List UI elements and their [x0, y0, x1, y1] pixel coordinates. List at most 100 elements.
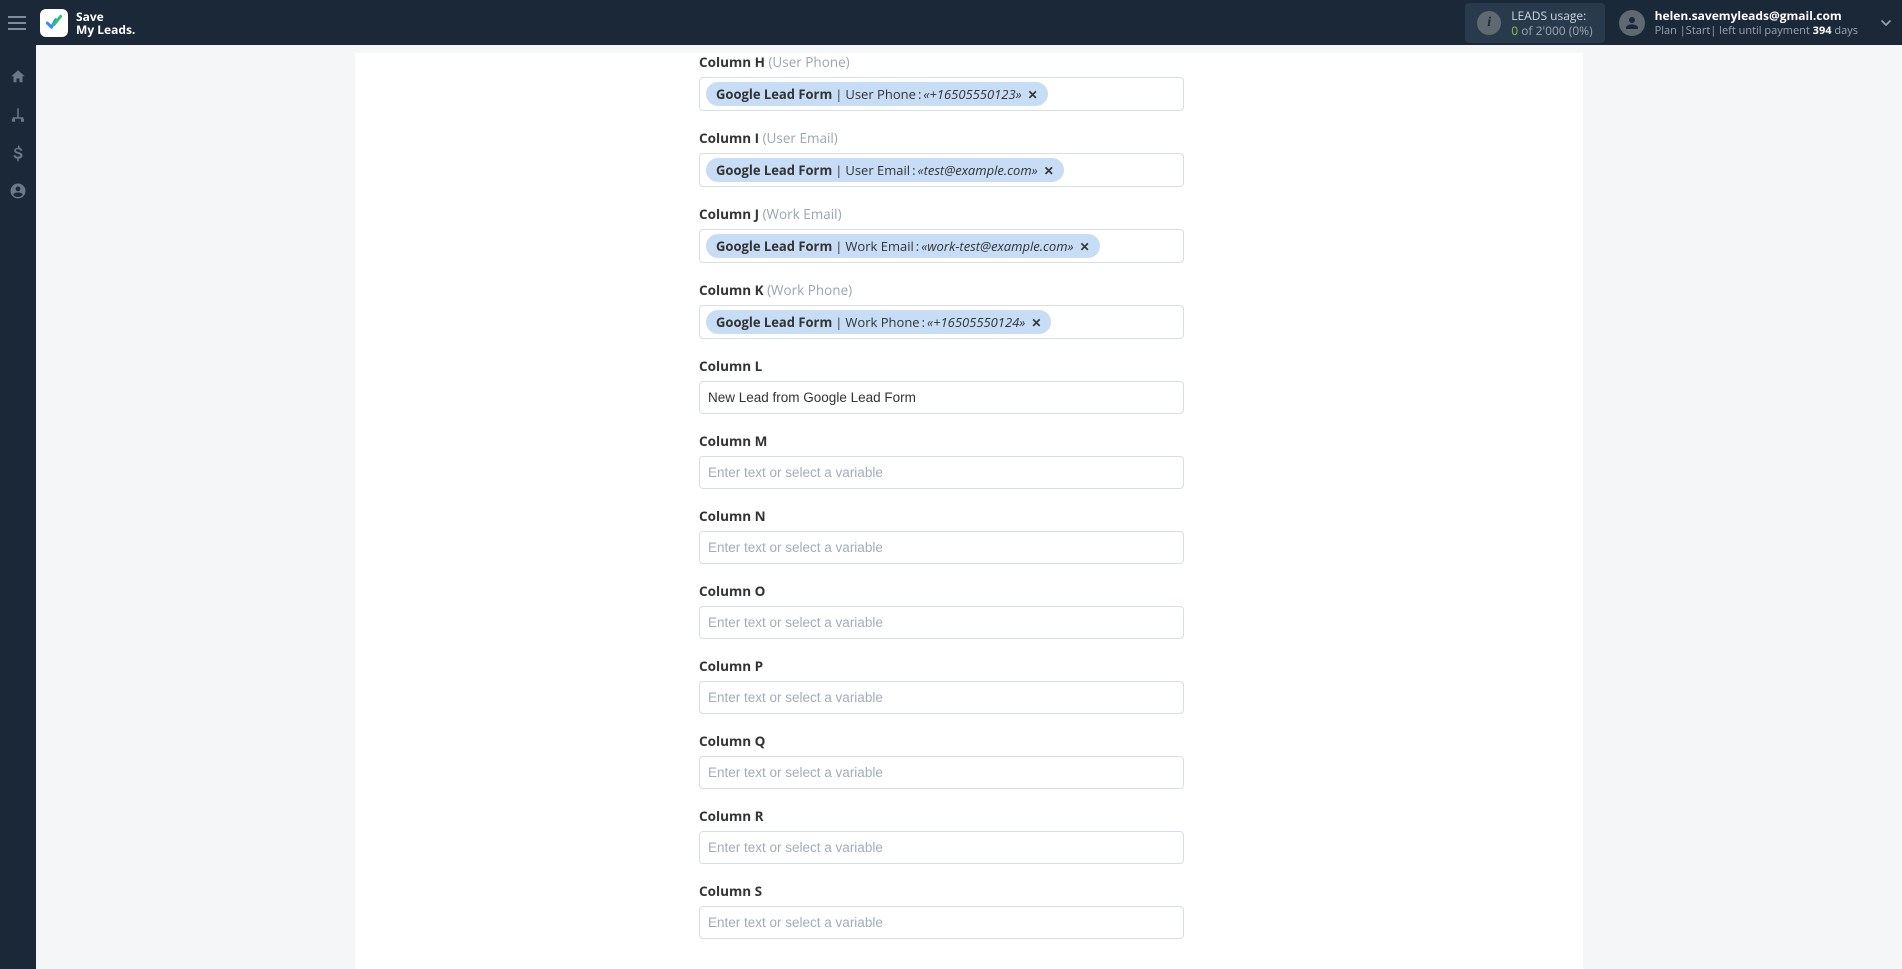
input-column-r[interactable]	[699, 831, 1184, 864]
label-text: Column I	[699, 129, 759, 147]
input-column-j[interactable]: Google Lead Form | Work Email: «work-tes…	[699, 229, 1184, 263]
chip-remove-icon[interactable]: ✕	[1031, 314, 1041, 331]
home-icon	[9, 68, 27, 86]
chip-remove-icon[interactable]: ✕	[1044, 162, 1054, 179]
chip-source: Google Lead Form	[716, 85, 832, 103]
label-hint: (Work Phone)	[767, 281, 852, 299]
label-text: Column R	[699, 807, 764, 825]
text-input-column-o[interactable]	[706, 611, 1177, 634]
input-column-l[interactable]	[699, 381, 1184, 414]
plan-days-suffix: days	[1832, 23, 1858, 38]
label-column-n: Column N	[699, 507, 1184, 525]
chip-source: Google Lead Form	[716, 161, 832, 179]
chip-sample: «+16505550123»	[923, 85, 1021, 103]
text-input-column-n[interactable]	[706, 536, 1177, 559]
main-scroll-area[interactable]: Column H (User Phone) Google Lead Form |…	[36, 45, 1902, 969]
sidebar-item-account[interactable]	[8, 181, 28, 201]
check-logo-icon	[44, 13, 64, 33]
field-column-p: Column P	[699, 657, 1184, 714]
input-column-m[interactable]	[699, 456, 1184, 489]
chip-remove-icon[interactable]: ✕	[1028, 86, 1038, 103]
chip-remove-icon[interactable]: ✕	[1080, 238, 1090, 255]
input-column-k[interactable]: Google Lead Form | Work Phone: «+1650555…	[699, 305, 1184, 339]
user-text: helen.savemyleads@gmail.com Plan |Start|…	[1655, 8, 1858, 38]
user-menu[interactable]: helen.savemyleads@gmail.com Plan |Start|…	[1619, 8, 1858, 38]
label-column-l: Column L	[699, 357, 1184, 375]
label-text: Column S	[699, 882, 762, 900]
variable-chip[interactable]: Google Lead Form | Work Email: «work-tes…	[706, 234, 1100, 258]
label-column-q: Column Q	[699, 732, 1184, 750]
label-hint: (User Phone)	[768, 53, 849, 71]
brand-logo[interactable]	[40, 9, 68, 37]
user-plan: Plan |Start| left until payment 394 days	[1655, 23, 1858, 38]
chip-field: Work Phone	[845, 313, 919, 331]
chip-field: User Email	[845, 161, 910, 179]
field-column-o: Column O	[699, 582, 1184, 639]
usage-label: LEADS usage:	[1511, 8, 1592, 23]
text-input-column-q[interactable]	[706, 761, 1177, 784]
usage-total: of 2'000 (0%)	[1518, 22, 1593, 39]
sidebar-item-connections[interactable]	[8, 105, 28, 125]
label-column-o: Column O	[699, 582, 1184, 600]
text-input-column-s[interactable]	[706, 911, 1177, 934]
label-text: Column L	[699, 357, 762, 375]
input-column-p[interactable]	[699, 681, 1184, 714]
field-column-m: Column M	[699, 432, 1184, 489]
variable-chip[interactable]: Google Lead Form | Work Phone: «+1650555…	[706, 310, 1051, 334]
chip-source: Google Lead Form	[716, 237, 832, 255]
chip-sample: «work-test@example.com»	[921, 237, 1073, 255]
input-column-o[interactable]	[699, 606, 1184, 639]
label-text: Column H	[699, 53, 765, 71]
brand-name: Save My Leads.	[76, 10, 135, 36]
text-input-column-l[interactable]	[706, 386, 1177, 409]
label-column-k: Column K (Work Phone)	[699, 281, 1184, 299]
input-column-i[interactable]: Google Lead Form | User Email: «test@exa…	[699, 153, 1184, 187]
field-column-l: Column L	[699, 357, 1184, 414]
text-input-column-r[interactable]	[706, 836, 1177, 859]
leads-usage-box[interactable]: i LEADS usage: 0 of 2'000 (0%)	[1465, 3, 1604, 43]
mapping-form: Column H (User Phone) Google Lead Form |…	[699, 53, 1184, 939]
chip-field: User Phone	[845, 85, 916, 103]
input-column-h[interactable]: Google Lead Form | User Phone: «+1650555…	[699, 77, 1184, 111]
label-text: Column Q	[699, 732, 765, 750]
text-input-column-m[interactable]	[706, 461, 1177, 484]
label-column-h: Column H (User Phone)	[699, 53, 1184, 71]
menu-toggle-button[interactable]	[8, 11, 32, 35]
variable-chip[interactable]: Google Lead Form | User Email: «test@exa…	[706, 158, 1064, 182]
field-column-i: Column I (User Email) Google Lead Form |…	[699, 129, 1184, 187]
label-hint: (Work Email)	[763, 205, 842, 223]
field-column-k: Column K (Work Phone) Google Lead Form |…	[699, 281, 1184, 339]
label-text: Column M	[699, 432, 767, 450]
label-column-s: Column S	[699, 882, 1184, 900]
label-text: Column J	[699, 205, 759, 223]
chip-sample: «+16505550124»	[927, 313, 1025, 331]
brand-line2: My Leads.	[76, 23, 135, 36]
field-column-n: Column N	[699, 507, 1184, 564]
user-circle-icon	[9, 182, 27, 200]
dollar-icon	[9, 144, 27, 162]
plan-prefix: Plan |Start| left until payment	[1655, 23, 1813, 38]
usage-value-line: 0 of 2'000 (0%)	[1511, 23, 1592, 38]
field-column-s: Column S	[699, 882, 1184, 939]
input-column-n[interactable]	[699, 531, 1184, 564]
sidebar-item-billing[interactable]	[8, 143, 28, 163]
text-input-column-p[interactable]	[706, 686, 1177, 709]
input-column-q[interactable]	[699, 756, 1184, 789]
label-hint: (User Email)	[763, 129, 838, 147]
sidebar-item-home[interactable]	[8, 67, 28, 87]
sitemap-icon	[9, 106, 27, 124]
chip-sample: «test@example.com»	[918, 161, 1038, 179]
label-column-r: Column R	[699, 807, 1184, 825]
app-header: Save My Leads. i LEADS usage: 0 of 2'000…	[0, 0, 1902, 45]
input-column-s[interactable]	[699, 906, 1184, 939]
usage-text: LEADS usage: 0 of 2'000 (0%)	[1511, 8, 1592, 38]
field-column-q: Column Q	[699, 732, 1184, 789]
label-column-i: Column I (User Email)	[699, 129, 1184, 147]
chevron-down-icon[interactable]	[1878, 15, 1894, 31]
variable-chip[interactable]: Google Lead Form | User Phone: «+1650555…	[706, 82, 1048, 106]
label-text: Column N	[699, 507, 766, 525]
field-column-h: Column H (User Phone) Google Lead Form |…	[699, 53, 1184, 111]
form-card: Column H (User Phone) Google Lead Form |…	[355, 53, 1583, 969]
chip-source: Google Lead Form	[716, 313, 832, 331]
avatar-icon	[1619, 10, 1645, 36]
